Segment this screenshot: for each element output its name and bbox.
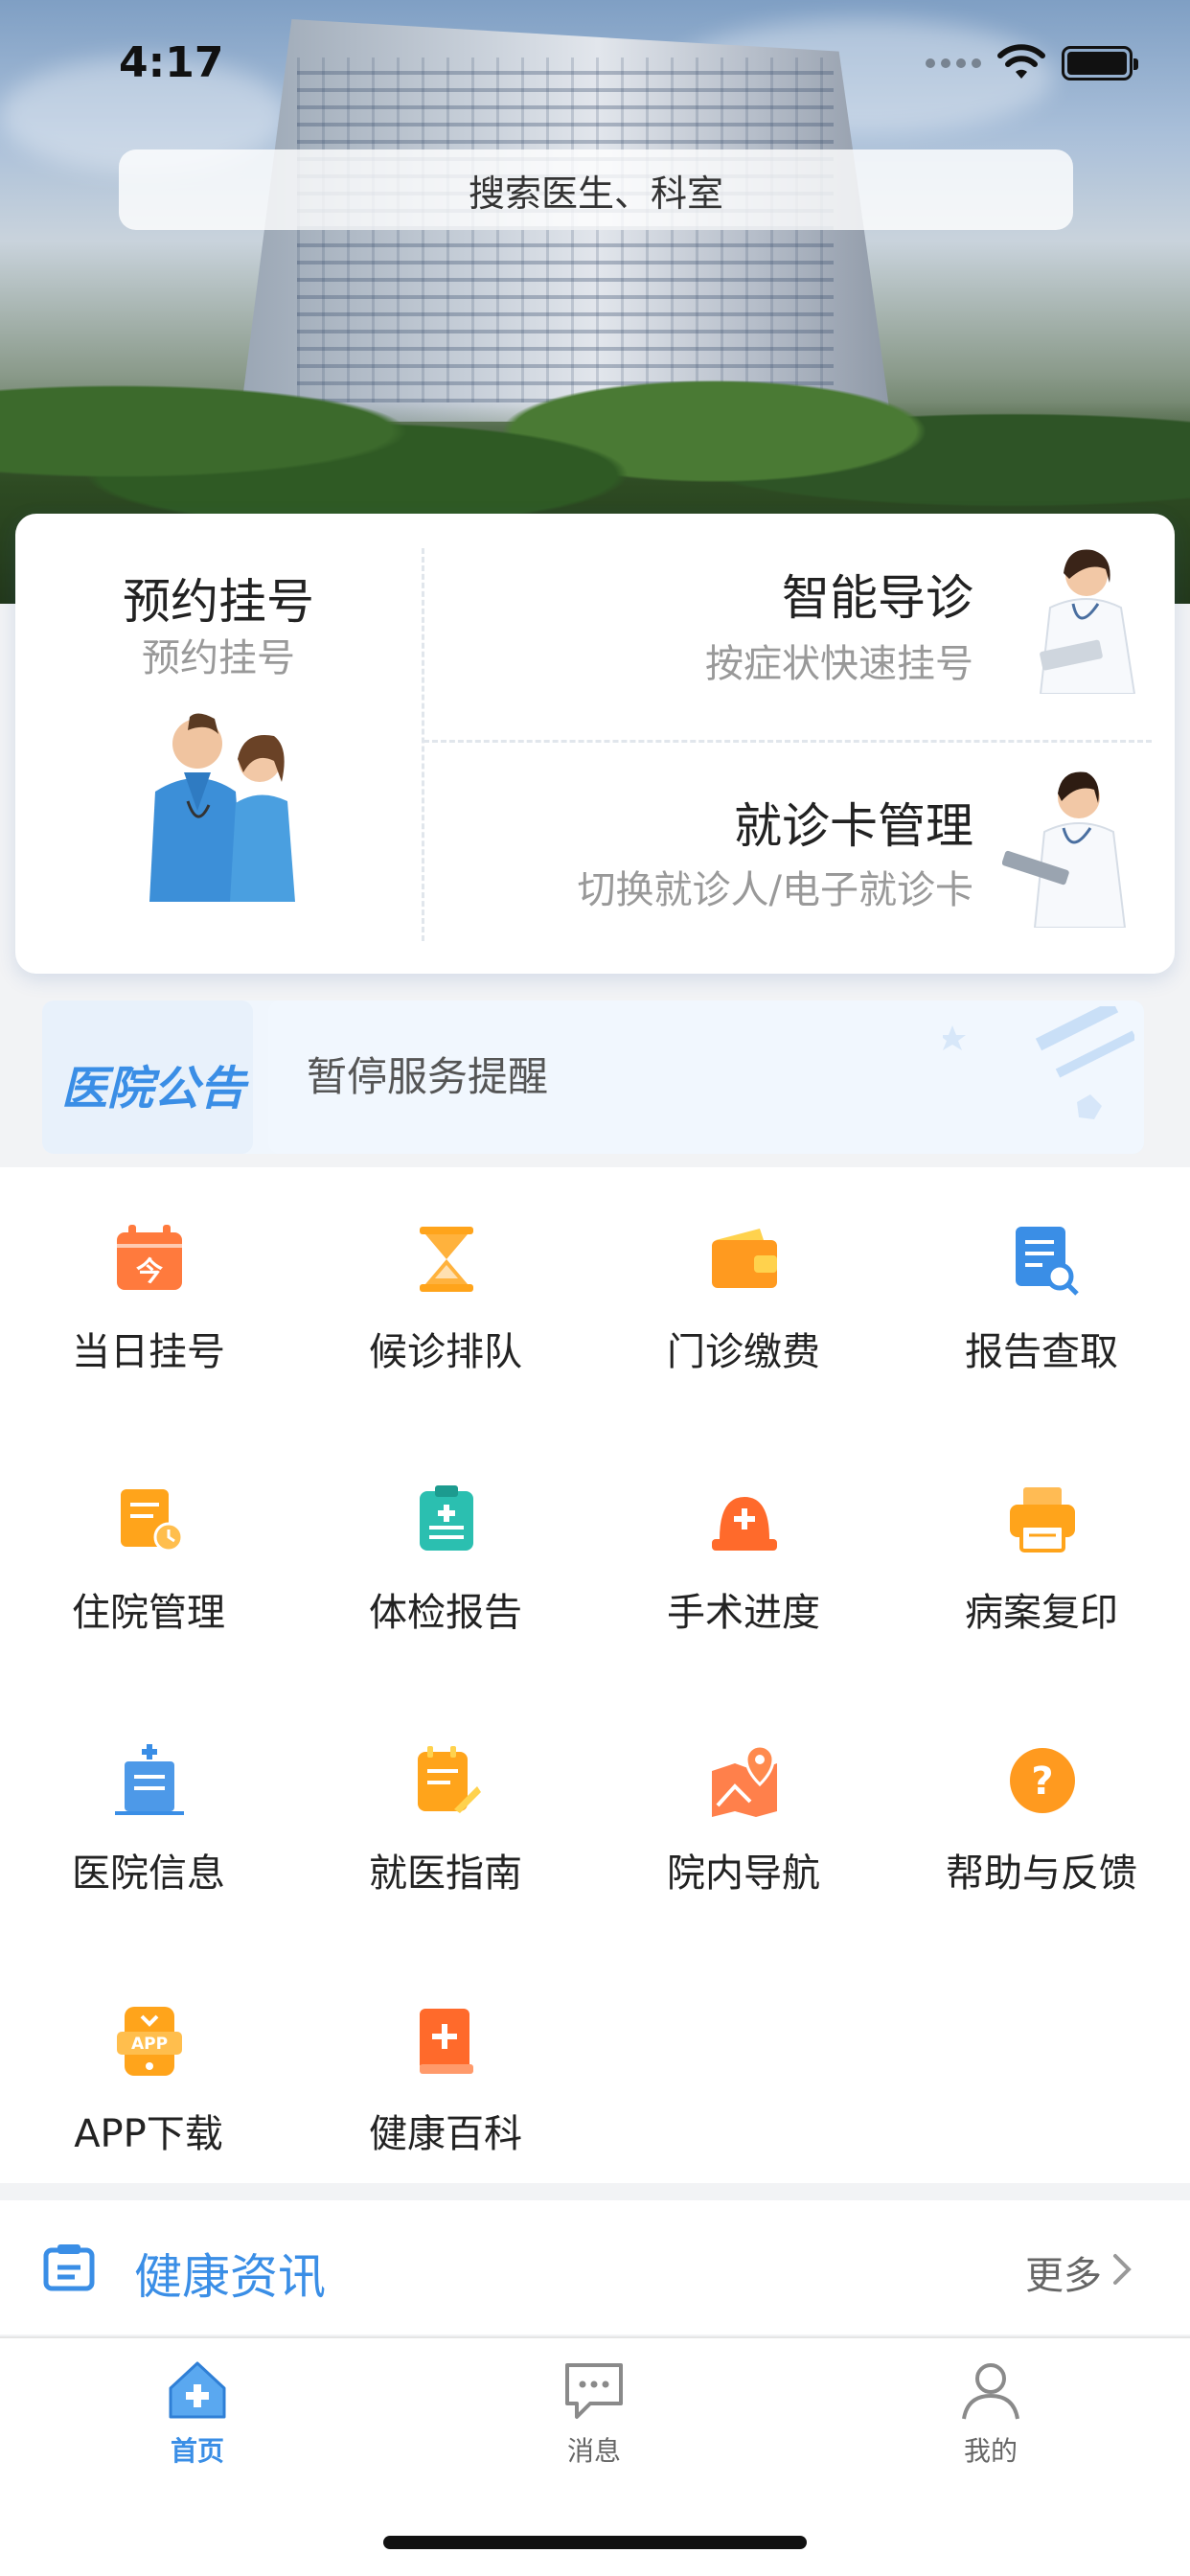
appointment-button[interactable]: 预约挂号 预约挂号 (15, 514, 422, 974)
grid-item-help-feedback[interactable]: ? 帮助与反馈 (893, 1689, 1190, 1919)
grid-item-app-download[interactable]: APP APP下载 (0, 1949, 297, 2179)
status-time: 4:17 (119, 38, 224, 87)
tab-profile[interactable]: 我的 (895, 2358, 1087, 2501)
app-download-icon: APP (117, 2007, 182, 2076)
grid-item-label: 手术进度 (667, 1591, 820, 1635)
news-more-link[interactable]: 更多 (1025, 2244, 1102, 2300)
visit-card-title: 就诊卡管理 (734, 798, 973, 854)
visit-card-management-button[interactable]: 就诊卡管理 切换就诊人/电子就诊卡 (427, 744, 1175, 974)
grid-item-label: 医院信息 (72, 1852, 225, 1896)
svg-text:?: ? (1031, 1760, 1053, 1804)
message-icon (565, 2363, 623, 2419)
health-news-header[interactable]: 健康资讯 更多 (0, 2200, 1190, 2334)
grid-item-label: 门诊缴费 (667, 1330, 820, 1374)
grid-item-label: 院内导航 (667, 1852, 820, 1896)
grid-item-label: 健康百科 (369, 2112, 522, 2156)
notice-logo: 医院公告 (61, 1062, 246, 1116)
wifi-icon (997, 44, 1045, 79)
grid-item-inpatient-management[interactable]: 住院管理 (0, 1428, 297, 1658)
chevron-right-icon[interactable] (1108, 2250, 1136, 2288)
tab-profile-label: 我的 (963, 2435, 1018, 2467)
wallet-icon (712, 1229, 777, 1288)
inpatient-icon (121, 1489, 184, 1552)
main-services-card: 预约挂号 预约挂号 智能导诊 按症状快速挂号 就诊卡管理 切换就诊人/电子就诊卡 (15, 514, 1175, 974)
grid-item-surgery-progress[interactable]: 手术进度 (595, 1428, 892, 1658)
doctors-illustration (149, 713, 295, 902)
grid-item-report-retrieval[interactable]: 报告查取 (893, 1167, 1190, 1397)
home-icon (169, 2361, 226, 2419)
grid-item-medical-guide[interactable]: 就医指南 (297, 1689, 594, 1919)
help-icon: ? (1010, 1748, 1075, 1813)
service-grid: 今 当日挂号 候诊排队 门诊缴费 报告查取 住院管理 体检报告 手术进度 病案复… (0, 1167, 1190, 2183)
grid-item-label: 当日挂号 (72, 1330, 225, 1374)
tab-messages-label: 消息 (566, 2435, 621, 2467)
calendar-today-icon: 今 (117, 1225, 182, 1290)
card-divider-horizontal (423, 740, 1152, 743)
grid-item-medical-record-copy[interactable]: 病案复印 (893, 1428, 1190, 1658)
news-clipboard-icon (43, 2244, 95, 2291)
grid-item-label: APP下载 (74, 2112, 223, 2156)
grid-item-hospital-navigation[interactable]: 院内导航 (595, 1689, 892, 1919)
hospital-notice-banner[interactable]: 医院公告 暂停服务提醒 (42, 1000, 1144, 1154)
grid-item-outpatient-payment[interactable]: 门诊缴费 (595, 1167, 892, 1397)
home-indicator (383, 2536, 807, 2549)
grid-item-label: 体检报告 (369, 1591, 522, 1635)
map-pin-icon (712, 1744, 777, 1817)
smart-guide-subtitle: 按症状快速挂号 (705, 642, 973, 686)
grid-item-waiting-queue[interactable]: 候诊排队 (297, 1167, 594, 1397)
grid-item-label: 病案复印 (965, 1591, 1118, 1635)
tab-home[interactable]: 首页 (102, 2358, 293, 2501)
search-placeholder: 搜索医生、科室 (468, 172, 723, 215)
decorative-shapes-icon (943, 1006, 1134, 1119)
hospital-info-icon (115, 1744, 184, 1815)
svg-text:APP: APP (131, 2035, 168, 2054)
smart-guide-button[interactable]: 智能导诊 按症状快速挂号 (427, 514, 1175, 738)
health-book-icon (420, 2009, 473, 2074)
nurse-clipboard-illustration (1002, 771, 1127, 928)
grid-item-label: 报告查取 (965, 1330, 1118, 1374)
report-search-icon (1016, 1227, 1079, 1296)
search-input[interactable]: 搜索医生、科室 (119, 150, 1073, 230)
grid-item-label: 住院管理 (72, 1591, 225, 1635)
grid-item-label: 候诊排队 (369, 1330, 522, 1374)
notice-text: 暂停服务提醒 (307, 1053, 549, 1100)
grid-item-checkup-report[interactable]: 体检报告 (297, 1428, 594, 1658)
card-divider-vertical (422, 548, 424, 941)
profile-icon (962, 2363, 1019, 2420)
checkup-clipboard-icon (420, 1485, 473, 1551)
notice-body: 暂停服务提醒 (268, 1000, 1144, 1154)
visit-card-subtitle: 切换就诊人/电子就诊卡 (577, 868, 973, 912)
signal-icon (926, 58, 981, 68)
svg-text:今: 今 (136, 1255, 163, 1287)
health-news-title: 健康资讯 (134, 2249, 326, 2305)
appointment-title: 预约挂号 (123, 574, 314, 630)
status-indicators (926, 44, 1138, 82)
hourglass-icon (420, 1227, 473, 1292)
grid-item-health-encyclopedia[interactable]: 健康百科 (297, 1949, 594, 2179)
nurse-illustration (1039, 549, 1136, 694)
grid-item-label: 帮助与反馈 (946, 1852, 1137, 1896)
printer-icon (1010, 1487, 1075, 1552)
tab-home-label: 首页 (170, 2435, 224, 2467)
notice-logo-box: 医院公告 (42, 1000, 253, 1154)
smart-guide-title: 智能导诊 (782, 570, 973, 626)
battery-icon (1062, 46, 1138, 80)
grid-item-same-day-registration[interactable]: 今 当日挂号 (0, 1167, 297, 1397)
grid-item-label: 就医指南 (369, 1852, 522, 1896)
appointment-subtitle: 预约挂号 (142, 636, 295, 680)
surgery-light-icon (712, 1497, 777, 1551)
guide-note-icon (418, 1746, 481, 1813)
tab-messages[interactable]: 消息 (498, 2358, 690, 2501)
grid-item-hospital-info[interactable]: 医院信息 (0, 1689, 297, 1919)
